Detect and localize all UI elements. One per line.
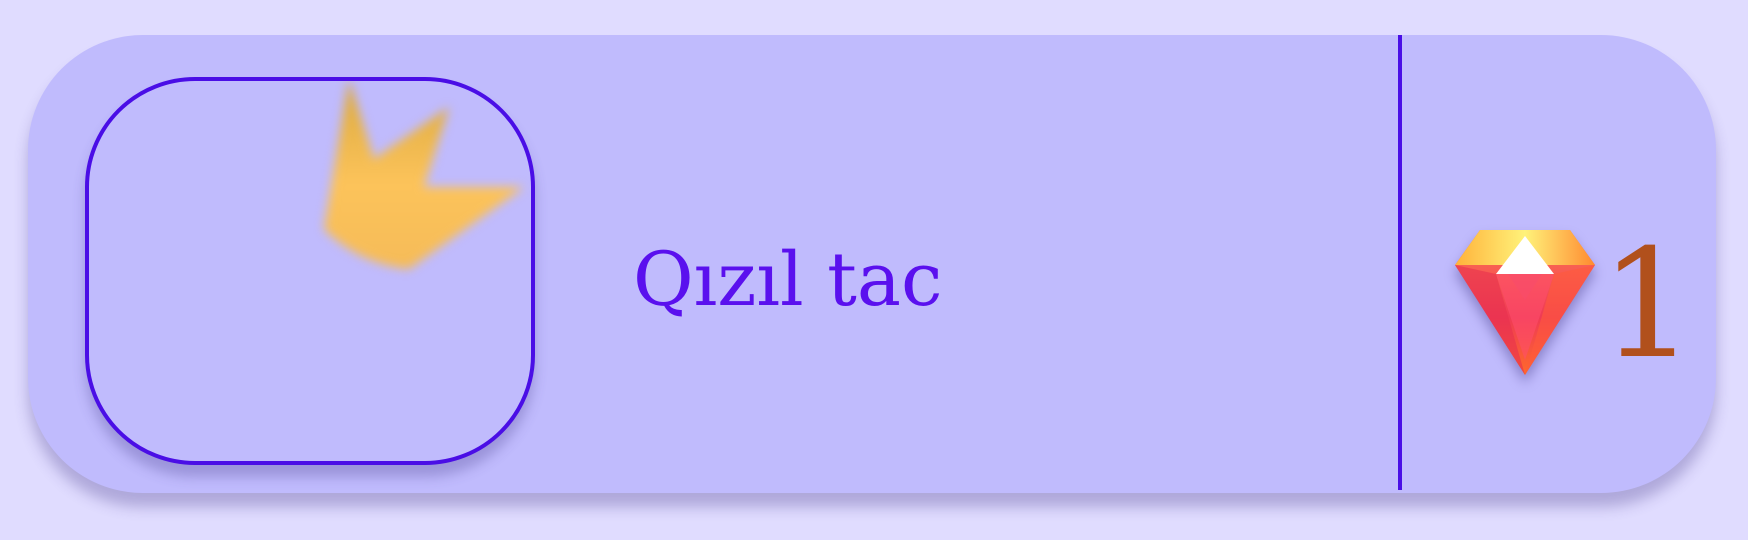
item-thumbnail — [85, 77, 535, 465]
gem-cost-amount: 1 — [1600, 218, 1696, 392]
crown-icon — [324, 81, 524, 269]
gem-icon — [1455, 230, 1595, 375]
shop-item-card[interactable]: Qızıl tac 1 — [28, 35, 1716, 493]
item-name: Qızıl tac — [633, 237, 943, 323]
divider — [1398, 35, 1402, 490]
